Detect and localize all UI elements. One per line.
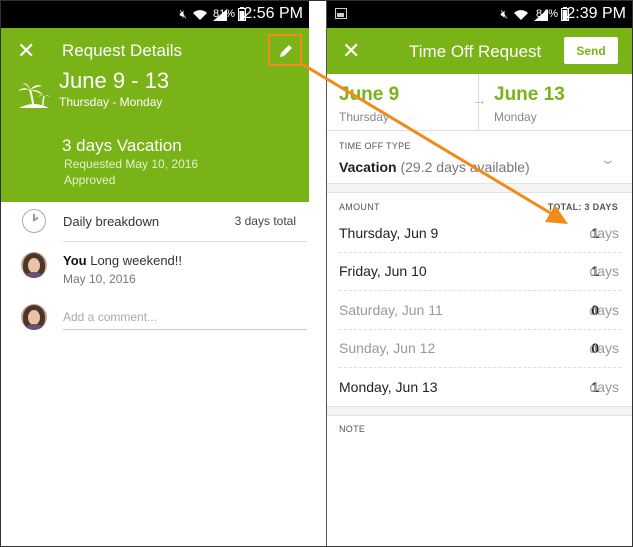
amount-row[interactable]: Sunday, Jun 12 0 days: [327, 329, 632, 368]
day-unit: days: [589, 225, 619, 241]
comment-author: You: [63, 253, 87, 268]
clock-time: 2:39 PM: [566, 5, 626, 22]
request-details-screen: 🔇︎ 81% 2:56 PM ✕ Request Details June 9 …: [1, 1, 309, 546]
image-notification-icon: [335, 8, 347, 19]
comment-body: Long weekend!!: [90, 253, 183, 268]
vacation-summary: 3 days Vacation: [62, 136, 182, 155]
edit-highlight: [268, 34, 302, 66]
status-badge: Approved: [64, 173, 116, 187]
day-label: Monday, Jun 13: [339, 379, 438, 395]
amount-row[interactable]: Thursday, Jun 9 1 days: [327, 214, 632, 253]
day-unit: days: [589, 263, 619, 279]
send-button[interactable]: Send: [564, 37, 618, 64]
end-weekday: Monday: [494, 110, 537, 124]
amount-row[interactable]: Saturday, Jun 11 0 days: [327, 291, 632, 330]
note-label: NOTE: [339, 424, 366, 434]
end-date-picker[interactable]: June 13 Monday: [479, 74, 632, 130]
time-off-request-screen: 🔇︎ 84% 2:39 PM ✕ Time Off Request Send J…: [326, 1, 632, 546]
comment-text: You Long weekend!!: [63, 253, 182, 268]
avatar: [21, 252, 47, 278]
day-label: Saturday, Jun 11: [339, 302, 443, 318]
weekday-range: Thursday - Monday: [59, 95, 163, 109]
section-divider: [327, 183, 632, 193]
start-date-picker[interactable]: June 9 Thursday: [327, 74, 478, 130]
start-date: June 9: [339, 84, 400, 105]
requested-date: Requested May 10, 2016: [64, 157, 199, 171]
time-off-type-label: TIME OFF TYPE: [339, 141, 411, 151]
avatar: [21, 304, 47, 330]
divider: [63, 241, 307, 242]
mute-icon: 🔇︎: [179, 7, 187, 21]
day-unit: days: [589, 379, 619, 395]
comment-date: May 10, 2016: [63, 272, 136, 286]
wifi-icon: [514, 9, 528, 20]
day-label: Thursday, Jun 9: [339, 225, 439, 241]
page-title: Request Details: [62, 41, 183, 60]
close-icon[interactable]: ✕: [17, 40, 35, 62]
clock-time: 2:56 PM: [243, 5, 303, 22]
amount-row[interactable]: Friday, Jun 10 1 days: [327, 252, 632, 291]
mute-icon: 🔇︎: [500, 7, 508, 21]
page-title: Time Off Request: [409, 42, 542, 61]
toolbar: ✕ Time Off Request Send: [327, 28, 632, 74]
start-weekday: Thursday: [339, 110, 390, 124]
total-days: TOTAL: 3 DAYS: [547, 202, 618, 212]
section-divider: [327, 406, 632, 416]
battery-percent: 84%: [536, 8, 559, 20]
wifi-icon: [193, 9, 207, 20]
status-bar: 🔇︎ 81% 2:56 PM: [1, 1, 309, 28]
divider: [327, 130, 632, 131]
clock-icon: [22, 209, 46, 233]
day-label: Sunday, Jun 12: [339, 340, 436, 356]
day-label: Friday, Jun 10: [339, 263, 427, 279]
amount-row[interactable]: Monday, Jun 13 1 days: [327, 368, 632, 407]
comment-input-underline: [63, 329, 307, 330]
time-off-type-select[interactable]: Vacation (29.2 days available): [339, 159, 530, 175]
time-off-type-value: Vacation: [339, 159, 397, 175]
palm-island-icon: [18, 83, 50, 108]
breakdown-total: 3 days total: [234, 214, 296, 228]
date-range: June 9 - 13: [59, 68, 170, 93]
status-bar: 🔇︎ 84% 2:39 PM: [327, 1, 632, 28]
end-date: June 13: [494, 84, 565, 105]
daily-breakdown-link[interactable]: Daily breakdown: [63, 214, 159, 229]
battery-percent: 81%: [213, 8, 236, 20]
close-icon[interactable]: ✕: [342, 40, 360, 62]
edit-pencil-icon[interactable]: [277, 42, 295, 60]
comment-input[interactable]: Add a comment...: [63, 310, 157, 324]
chevron-down-icon[interactable]: ⌄: [600, 151, 616, 168]
amount-label: AMOUNT: [339, 202, 380, 212]
day-unit: days: [589, 340, 619, 356]
days-available: (29.2 days available): [400, 159, 530, 175]
day-unit: days: [589, 302, 619, 318]
